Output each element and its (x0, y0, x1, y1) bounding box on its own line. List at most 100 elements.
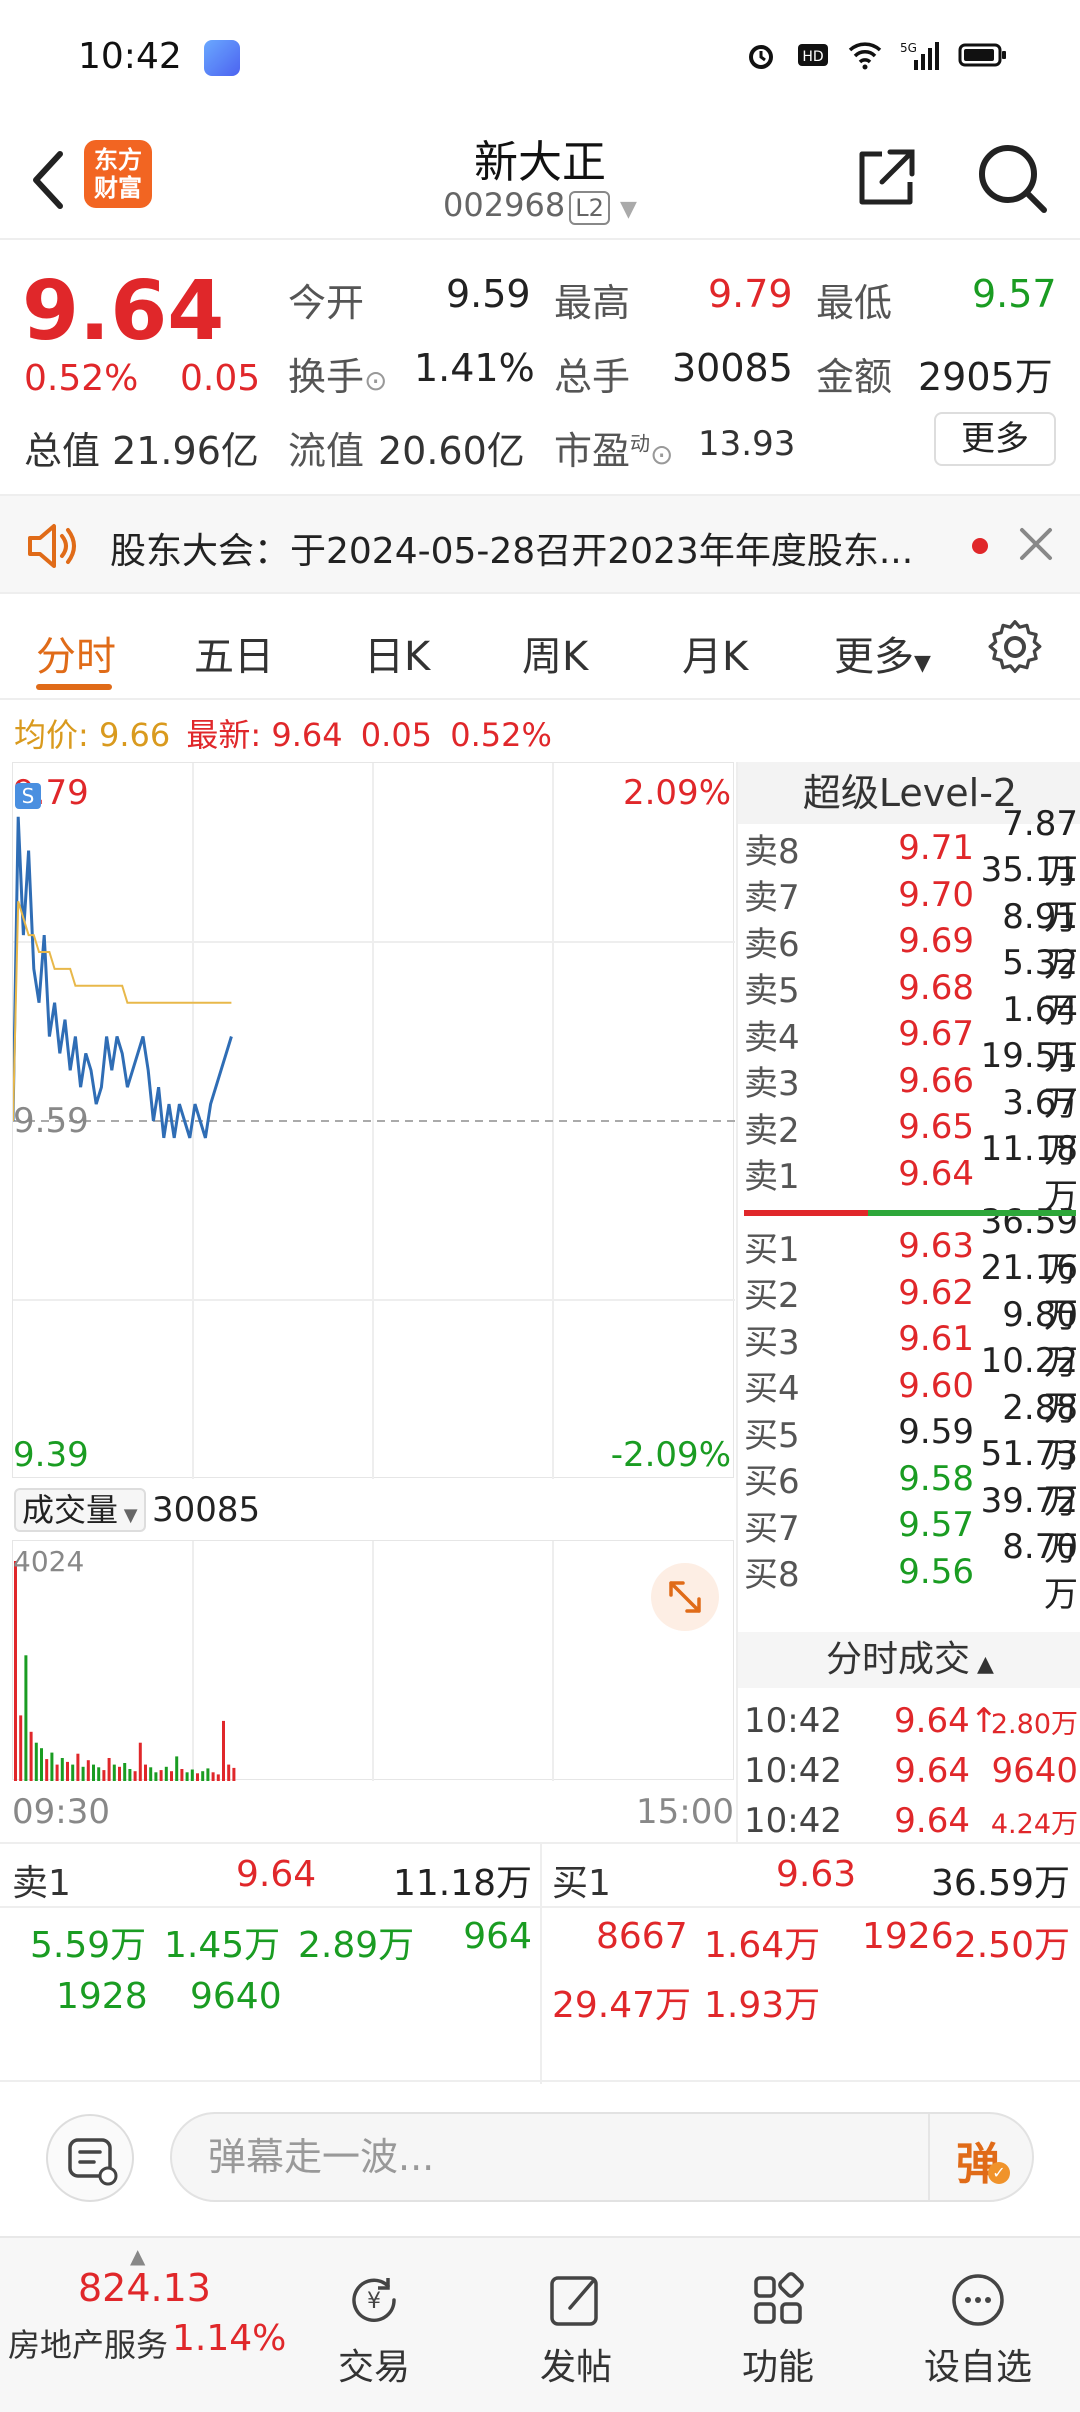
bid-row[interactable]: 买8 9.56 8.70万 (744, 1527, 1078, 1615)
volume-bar (86, 1760, 90, 1781)
bid-price: 9.63 (898, 1226, 974, 1266)
expand-icon (669, 1581, 701, 1613)
queue-sell-label: 卖1 (12, 1863, 71, 1904)
alarm-icon (749, 45, 773, 69)
ask-label: 卖6 (744, 924, 800, 965)
bid-qty: 8.70万 (1002, 1527, 1078, 1615)
trade-time: 10:42 (744, 1701, 842, 1741)
turnover-label[interactable]: 换手⊙ (288, 346, 387, 401)
change-value: 0.05 (180, 358, 261, 399)
volume-bar (14, 1561, 17, 1781)
signal-5g-icon: 5G (900, 41, 939, 70)
bid-price: 9.59 (898, 1412, 974, 1452)
queue-buy-qty: 36.59万 (930, 1863, 1070, 1904)
ask-price: 9.70 (898, 874, 974, 915)
volume-bar (97, 1767, 101, 1781)
volume-bar (227, 1764, 231, 1781)
time-start: 09:30 (12, 1792, 110, 1832)
bid-price: 9.58 (898, 1458, 974, 1499)
volume-bar (180, 1769, 184, 1781)
sector-index[interactable]: ▲ 824.13 房地产服务 1.14% (0, 2238, 286, 2412)
message-settings-icon (68, 2138, 118, 2186)
nav-post[interactable]: 发帖 (476, 2238, 676, 2412)
chevron-down-icon: ▼ (914, 651, 931, 676)
tab-more[interactable]: 更多▼ (834, 624, 931, 682)
volume-bar (102, 1770, 106, 1781)
nav-add-watchlist[interactable]: 设自选 (878, 2238, 1078, 2412)
volume-bar (222, 1720, 225, 1781)
volume-value: 30085 (672, 346, 793, 390)
trade-time: 10:42 (744, 1801, 842, 1841)
volume-bar (196, 1773, 199, 1781)
bid-price: 9.61 (898, 1319, 974, 1359)
y-axis-ref: 9.59 (13, 1101, 89, 1141)
bid-label: 买6 (744, 1462, 800, 1502)
low-value: 9.57 (972, 272, 1057, 316)
bid-ask-ratio-bar (738, 1210, 1080, 1216)
volume-bar (185, 1772, 189, 1781)
trade-row: 10:42 9.64 9640 (744, 1746, 1078, 1796)
volume-header: 成交量 ▼ 30085 (12, 1484, 734, 1536)
notice-banner[interactable]: 股东大会：于2024-05-28召开2023年年度股东... (0, 494, 1080, 594)
tab-daily-k[interactable]: 日K (364, 624, 430, 682)
back-arrow-icon[interactable] (22, 140, 78, 220)
share-icon[interactable] (852, 142, 922, 212)
bid-label: 买1 (744, 1229, 800, 1270)
volume-axis-max: 4024 (13, 1545, 85, 1578)
tab-five-day[interactable]: 五日 (194, 624, 274, 682)
stock-code[interactable]: 002968 L2 ▼ (390, 186, 690, 225)
trade-price: 9.64 (894, 1751, 970, 1791)
danmu-toggle-button[interactable]: 弹 ✓ (928, 2114, 1032, 2200)
info-icon: ⊙ (364, 364, 388, 397)
expand-chart-button[interactable] (651, 1563, 719, 1631)
close-icon[interactable] (1016, 524, 1056, 564)
buy-order-2: 1.64万 (704, 1925, 821, 1966)
indicator-dropdown[interactable]: 成交量 ▼ (14, 1488, 146, 1532)
nav-trade[interactable]: ¥ 交易 (274, 2238, 474, 2412)
info-icon: ⊙ (650, 438, 674, 471)
search-icon[interactable] (972, 138, 1052, 218)
level2-badge: L2 (569, 191, 610, 225)
y-axis-min: 9.39 (13, 1435, 89, 1475)
pct-axis-min: -2.09% (610, 1435, 731, 1475)
order-book[interactable]: 超级Level-2 卖8 9.71 7.87万 卖7 9.70 35.11万 卖6 9.69 8… (736, 762, 1080, 1842)
chevron-up-icon: ▲ (130, 2244, 146, 2268)
trades-header[interactable]: 分时成交 ▲ (738, 1632, 1080, 1688)
trade-time: 10:42 (744, 1751, 842, 1791)
active-tab-indicator (36, 684, 112, 690)
signal-marker[interactable]: S (15, 783, 41, 809)
danmu-input[interactable]: 弹幕走一波... (170, 2112, 1034, 2202)
tab-monthly-k[interactable]: 月K (682, 624, 748, 682)
ask-row[interactable]: 卖1 9.64 11.18万 (744, 1129, 1078, 1217)
hd-icon: HD (798, 44, 828, 66)
bottom-nav: ▲ 824.13 房地产服务 1.14% ¥ 交易 发帖 功能 设自选 (0, 2236, 1080, 2412)
volume-chart-svg (14, 1541, 554, 1781)
pct-axis-max: 2.09% (622, 773, 731, 813)
nav-functions[interactable]: 功能 (678, 2238, 878, 2412)
stock-name: 新大正 (474, 137, 606, 188)
change-percent: 0.52% (24, 358, 139, 399)
gear-icon[interactable] (986, 618, 1044, 676)
volume-bar (55, 1764, 59, 1781)
time-axis: 09:30 15:00 (12, 1786, 734, 1836)
volume-bar (76, 1753, 80, 1781)
volume-bar (216, 1774, 220, 1781)
pe-label[interactable]: 市盈动⊙ (554, 420, 673, 475)
volume-total: 30085 (152, 1490, 261, 1530)
notice-text: 股东大会：于2024-05-28召开2023年年度股东... (110, 531, 914, 572)
price-summary-row: 均价: 9.66 最新: 9.64 0.05 0.52% (14, 716, 552, 754)
tab-weekly-k[interactable]: 周K (522, 624, 588, 682)
ask-label: 卖3 (744, 1064, 800, 1104)
low-label: 最低 (816, 281, 893, 325)
volume-bar (118, 1766, 121, 1781)
queue-sell-price: 9.64 (236, 1854, 317, 1895)
more-quote-button[interactable]: 更多 (934, 412, 1056, 466)
comment-list-button[interactable] (46, 2114, 134, 2202)
unread-dot (972, 538, 988, 554)
bid-price: 9.56 (898, 1551, 974, 1592)
buy-order-4: 2.50万 (953, 1925, 1070, 1966)
tab-intraday[interactable]: 分时 (36, 624, 116, 682)
queue-buy-price: 9.63 (776, 1854, 857, 1895)
intraday-chart[interactable]: 9.79 9.59 9.39 2.09% -2.09% S (12, 762, 735, 1479)
buy-order-1: 8667 (596, 1916, 688, 1957)
